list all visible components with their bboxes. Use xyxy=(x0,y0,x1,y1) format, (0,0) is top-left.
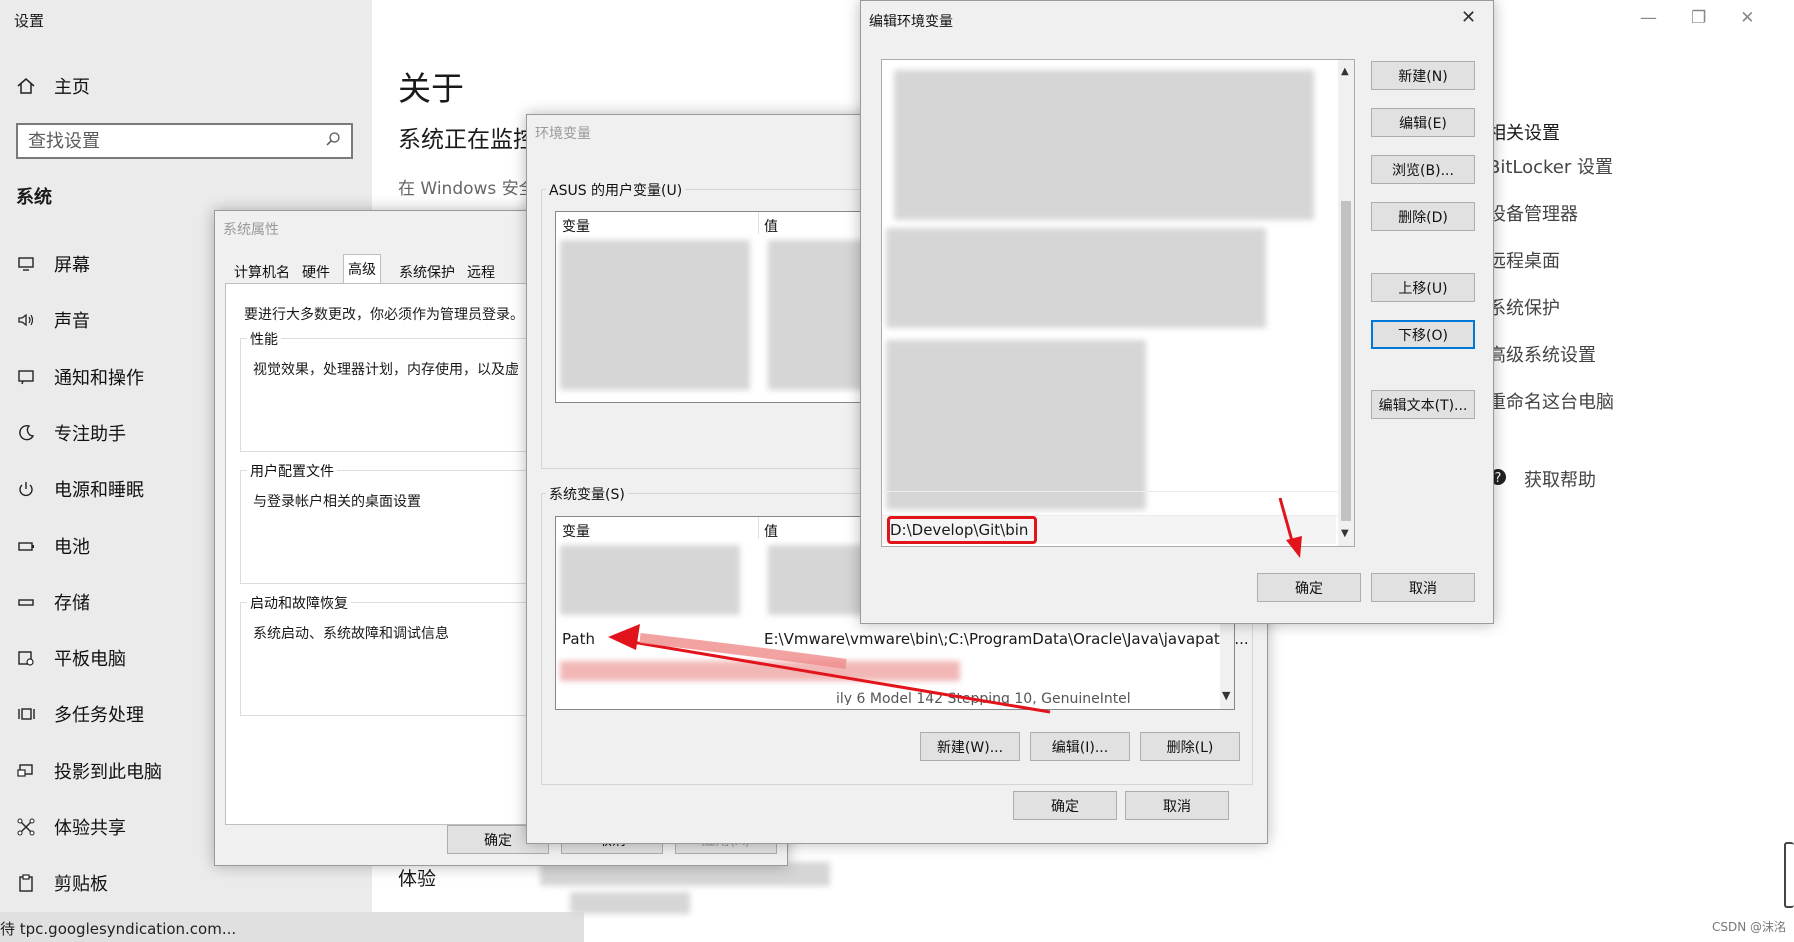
annotation-arrowhead-ok xyxy=(1286,536,1302,558)
annotation-arrow-path xyxy=(619,638,1051,714)
annotation-arrowhead xyxy=(608,624,640,650)
annotation-arrows xyxy=(608,497,1302,714)
